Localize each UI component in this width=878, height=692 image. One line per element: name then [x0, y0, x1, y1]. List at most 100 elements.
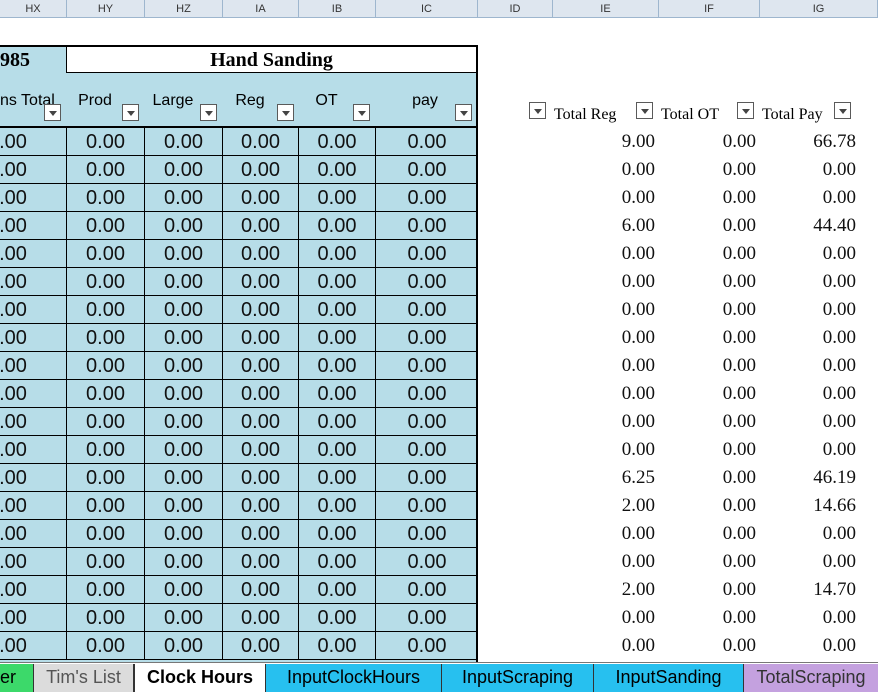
total-pay-cell[interactable]: 0.00 [760, 632, 856, 660]
filter-dropdown-button[interactable] [277, 104, 294, 121]
hand-sanding-cell[interactable]: 0.00 [67, 464, 145, 492]
hand-sanding-cell[interactable]: 0.00 [145, 240, 223, 268]
hand-sanding-cell[interactable]: 0.00 [376, 128, 478, 156]
total-pay-cell[interactable]: 0.00 [760, 436, 856, 464]
hand-sanding-cell[interactable]: 0.00 [376, 324, 478, 352]
hand-sanding-cell[interactable]: 0.00 [0, 184, 67, 212]
total-pay-cell[interactable]: 46.19 [760, 464, 856, 492]
total-ot-cell[interactable]: 0.00 [659, 352, 756, 380]
total-ot-cell[interactable]: 0.00 [659, 548, 756, 576]
hand-sanding-cell[interactable]: 0.00 [223, 212, 299, 240]
hand-sanding-cell[interactable]: 0.00 [223, 128, 299, 156]
total-reg-cell[interactable]: 9.00 [553, 128, 655, 156]
hand-sanding-cell[interactable]: 0.00 [223, 296, 299, 324]
hand-sanding-cell[interactable]: 0.00 [67, 632, 145, 660]
total-reg-cell[interactable]: 0.00 [553, 324, 655, 352]
hand-sanding-cell[interactable]: 0.00 [223, 268, 299, 296]
total-ot-cell[interactable]: 0.00 [659, 436, 756, 464]
hand-sanding-cell[interactable]: 0.00 [299, 212, 376, 240]
hand-sanding-cell[interactable]: 0.00 [223, 464, 299, 492]
hand-sanding-cell[interactable]: 0.00 [376, 492, 478, 520]
total-reg-cell[interactable]: 0.00 [553, 296, 655, 324]
total-ot-cell[interactable]: 0.00 [659, 128, 756, 156]
total-reg-cell[interactable]: 0.00 [553, 156, 655, 184]
hand-sanding-cell[interactable]: 0.00 [223, 184, 299, 212]
column-header-ig[interactable]: IG [760, 0, 878, 18]
column-header-ib[interactable]: IB [299, 0, 376, 18]
filter-dropdown-button[interactable] [44, 104, 61, 121]
total-ot-cell[interactable]: 0.00 [659, 324, 756, 352]
total-pay-cell[interactable]: 66.78 [760, 128, 856, 156]
filter-dropdown-button[interactable] [455, 104, 472, 121]
total-pay-cell[interactable]: 44.40 [760, 212, 856, 240]
hand-sanding-cell[interactable]: 0.00 [145, 184, 223, 212]
hand-sanding-cell[interactable]: 0.00 [376, 408, 478, 436]
hand-sanding-cell[interactable]: 0.00 [67, 296, 145, 324]
total-reg-cell[interactable]: 0.00 [553, 268, 655, 296]
sheet-tab-inputscraping[interactable]: InputScraping [442, 664, 594, 692]
hand-sanding-cell[interactable]: 0.00 [299, 268, 376, 296]
hand-sanding-cell[interactable]: 0.00 [223, 380, 299, 408]
total-pay-cell[interactable]: 0.00 [760, 324, 856, 352]
hand-sanding-cell[interactable]: 0.00 [67, 492, 145, 520]
hand-sanding-cell[interactable]: 0.00 [299, 352, 376, 380]
hand-sanding-cell[interactable]: 0.00 [0, 492, 67, 520]
total-ot-cell[interactable]: 0.00 [659, 268, 756, 296]
hand-sanding-cell[interactable]: 0.00 [376, 464, 478, 492]
hand-sanding-cell[interactable]: 0.00 [223, 548, 299, 576]
hand-sanding-cell[interactable]: 0.00 [223, 576, 299, 604]
column-header-hy[interactable]: HY [67, 0, 145, 18]
total-reg-cell[interactable]: 0.00 [553, 352, 655, 380]
total-ot-cell[interactable]: 0.00 [659, 296, 756, 324]
hand-sanding-cell[interactable]: 0.00 [67, 380, 145, 408]
hand-sanding-cell[interactable]: 0.00 [299, 156, 376, 184]
total-ot-cell[interactable]: 0.00 [659, 604, 756, 632]
hand-sanding-cell[interactable]: 0.00 [376, 380, 478, 408]
filter-dropdown-button[interactable] [834, 102, 851, 119]
hand-sanding-cell[interactable]: 0.00 [145, 380, 223, 408]
hand-sanding-cell[interactable]: 0.00 [299, 296, 376, 324]
hand-sanding-cell[interactable]: 0.00 [0, 296, 67, 324]
total-ot-cell[interactable]: 0.00 [659, 184, 756, 212]
hand-sanding-cell[interactable]: 0.00 [67, 184, 145, 212]
hand-sanding-cell[interactable]: 0.00 [145, 436, 223, 464]
hand-sanding-cell[interactable]: 0.00 [376, 212, 478, 240]
hand-sanding-cell[interactable]: 0.00 [0, 576, 67, 604]
hand-sanding-cell[interactable]: 0.00 [376, 296, 478, 324]
total-pay-cell[interactable]: 0.00 [760, 408, 856, 436]
hand-sanding-cell[interactable]: 0.00 [145, 604, 223, 632]
column-header-ia[interactable]: IA [223, 0, 299, 18]
hand-sanding-cell[interactable]: 0.00 [0, 436, 67, 464]
hand-sanding-cell[interactable]: 0.00 [376, 268, 478, 296]
hand-sanding-cell[interactable]: 0.00 [299, 576, 376, 604]
sheet-tab-inputsanding[interactable]: InputSanding [594, 664, 744, 692]
hand-sanding-cell[interactable]: 0.00 [223, 492, 299, 520]
hand-sanding-cell[interactable]: 0.00 [0, 408, 67, 436]
column-header-hz[interactable]: HZ [145, 0, 223, 18]
filter-dropdown-button[interactable] [122, 104, 139, 121]
hand-sanding-cell[interactable]: 0.00 [299, 380, 376, 408]
hand-sanding-cell[interactable]: 0.00 [376, 576, 478, 604]
hand-sanding-cell[interactable]: 0.00 [0, 156, 67, 184]
total-reg-cell[interactable]: 0.00 [553, 604, 655, 632]
hand-sanding-cell[interactable]: 0.00 [0, 128, 67, 156]
hand-sanding-cell[interactable]: 0.00 [376, 604, 478, 632]
total-ot-cell[interactable]: 0.00 [659, 408, 756, 436]
total-ot-cell[interactable]: 0.00 [659, 576, 756, 604]
hand-sanding-cell[interactable]: 0.00 [67, 436, 145, 464]
hand-sanding-cell[interactable]: 0.00 [145, 632, 223, 660]
column-header-if[interactable]: IF [659, 0, 760, 18]
total-pay-cell[interactable]: 14.66 [760, 492, 856, 520]
total-ot-cell[interactable]: 0.00 [659, 156, 756, 184]
hand-sanding-cell[interactable]: 0.00 [0, 632, 67, 660]
hand-sanding-cell[interactable]: 0.00 [67, 520, 145, 548]
hand-sanding-cell[interactable]: 0.00 [223, 324, 299, 352]
hand-sanding-cell[interactable]: 0.00 [376, 436, 478, 464]
hand-sanding-cell[interactable]: 0.00 [0, 380, 67, 408]
filter-dropdown-button[interactable] [353, 104, 370, 121]
sheet-tab-inputclockhours[interactable]: InputClockHours [266, 664, 442, 692]
total-ot-cell[interactable]: 0.00 [659, 464, 756, 492]
hand-sanding-cell[interactable]: 0.00 [67, 604, 145, 632]
hand-sanding-cell[interactable]: 0.00 [67, 128, 145, 156]
total-pay-cell[interactable]: 0.00 [760, 240, 856, 268]
